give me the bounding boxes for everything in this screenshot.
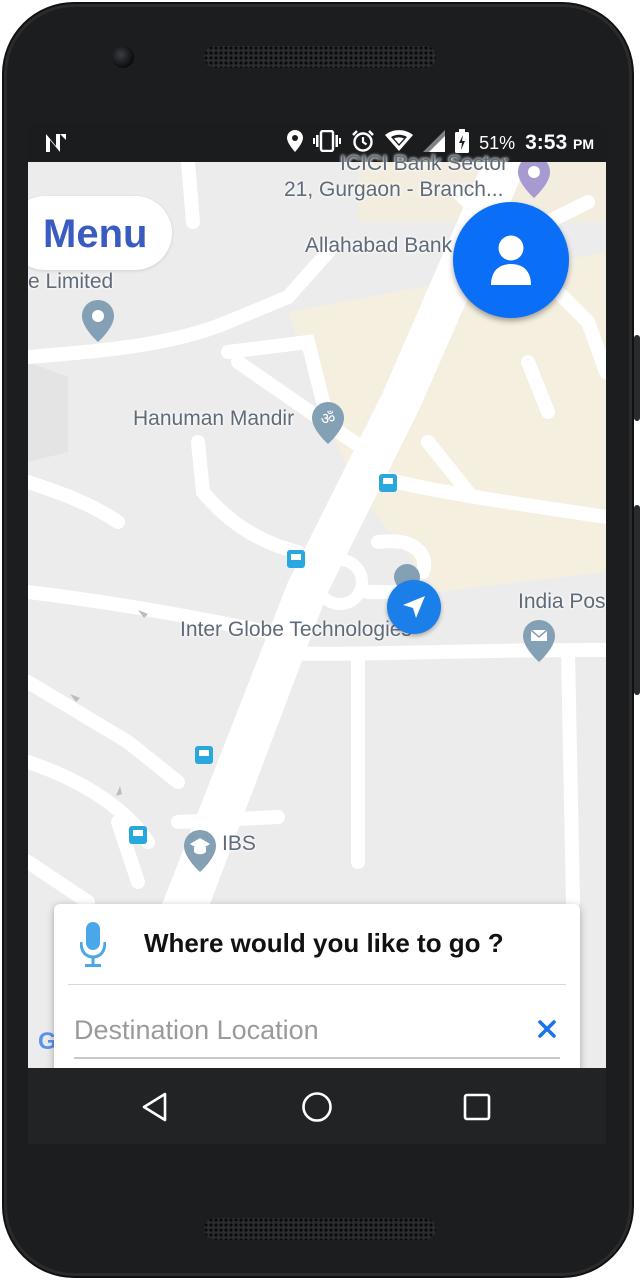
status-bar: 51% 3:53 PM xyxy=(28,124,606,162)
bottom-speaker xyxy=(204,1218,436,1240)
profile-button[interactable] xyxy=(453,202,569,318)
volume-button xyxy=(634,505,640,695)
map-label-bank-line1: ICICI Bank Sector xyxy=(340,152,509,175)
card-divider xyxy=(68,984,566,985)
location-pin-icon xyxy=(287,129,304,157)
back-icon[interactable] xyxy=(138,1090,172,1124)
map-label-limited: e Limited xyxy=(28,270,114,293)
clock: 3:53 PM xyxy=(525,131,594,155)
destination-search-card: Where would you like to go ? xyxy=(54,904,580,1086)
system-nav-bar xyxy=(28,1068,606,1144)
clock-suffix: PM xyxy=(573,136,594,152)
screen: 51% 3:53 PM ॐ ICICI Bank Sector 21, Gurg… xyxy=(28,124,606,1144)
map-label-india-post: India Pos xyxy=(518,590,606,613)
map-label-bank-line2: 21, Gurgaon - Branch... xyxy=(284,178,504,201)
clock-time: 3:53 xyxy=(525,131,568,154)
front-camera xyxy=(112,46,134,68)
home-icon[interactable] xyxy=(300,1090,334,1124)
n-logo-icon xyxy=(44,132,68,159)
menu-label[interactable]: Menu xyxy=(43,212,147,257)
map-view[interactable]: ॐ ICICI Bank Sector 21, Gurgaon - Branch… xyxy=(28,152,606,1086)
card-title: Where would you like to go ? xyxy=(144,928,504,958)
map-label-hanuman-mandir: Hanuman Mandir xyxy=(133,407,295,430)
vibrate-icon xyxy=(313,129,342,157)
mic-icon[interactable] xyxy=(80,922,106,968)
map-label-interglobe: Inter Globe Technologies xyxy=(180,618,412,641)
input-underline xyxy=(74,1057,560,1059)
navigation-arrow-icon xyxy=(401,594,427,620)
battery-percent: 51% xyxy=(479,132,516,153)
person-icon xyxy=(489,235,533,285)
destination-input[interactable] xyxy=(74,1004,534,1056)
top-speaker xyxy=(204,46,436,68)
recents-icon[interactable] xyxy=(460,1090,494,1124)
map-label-allahabad-bank: Allahabad Bank xyxy=(305,234,453,257)
map-label-ibs: IBS xyxy=(222,832,256,855)
svg-text:ॐ: ॐ xyxy=(321,409,336,428)
clear-icon[interactable] xyxy=(532,1014,562,1044)
power-button xyxy=(634,335,640,421)
my-location-button[interactable] xyxy=(387,580,441,634)
